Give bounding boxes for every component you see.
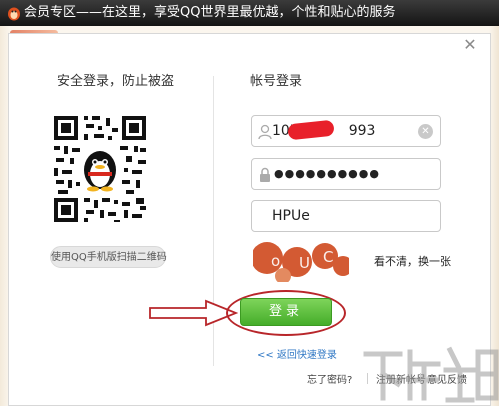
svg-text:C: C (323, 248, 333, 266)
account-value-tail: 993 (348, 123, 376, 139)
qr-code (50, 110, 150, 228)
qq-penguin-icon (8, 7, 20, 21)
qr-scan-tip: 使用QQ手机版扫描二维码 (50, 246, 167, 268)
password-field[interactable]: ●●●●●●●●●● (251, 158, 441, 190)
login-button[interactable]: 登录 (240, 298, 332, 326)
window-title: 会员专区——在这里，享受QQ世界里最优越，个性和贴心的服务 (24, 5, 396, 20)
svg-text:U: U (299, 254, 310, 272)
back-to-quick-login-link[interactable]: << 返回快速登录 (257, 346, 337, 361)
captcha-value: HPUe (272, 208, 310, 224)
qr-login-heading: 安全登录，防止被盗 (57, 74, 175, 89)
register-link[interactable]: 注册新帐号 (376, 371, 426, 386)
captcha-image[interactable]: o U C (253, 240, 349, 282)
link-separator (420, 373, 421, 384)
annotation-arrow (149, 299, 238, 327)
title-bar: 会员专区——在这里，享受QQ世界里最优越，个性和贴心的服务 (0, 0, 499, 26)
close-icon[interactable]: ✕ (461, 36, 479, 54)
password-value: ●●●●●●●●●● (274, 167, 380, 180)
account-login-heading: 帐号登录 (250, 74, 303, 89)
captcha-refresh-link[interactable]: 看不清，换一张 (374, 253, 451, 269)
captcha-input[interactable]: HPUe (251, 200, 441, 232)
link-separator (367, 373, 368, 384)
user-icon (258, 124, 272, 140)
account-field[interactable]: 107 993 ✕ (251, 115, 441, 147)
feedback-link[interactable]: 意见反馈 (427, 371, 467, 386)
forgot-password-link[interactable]: 忘了密码? (307, 371, 352, 386)
clear-icon[interactable]: ✕ (418, 124, 433, 139)
svg-text:o: o (271, 252, 280, 270)
lock-icon (260, 167, 270, 182)
